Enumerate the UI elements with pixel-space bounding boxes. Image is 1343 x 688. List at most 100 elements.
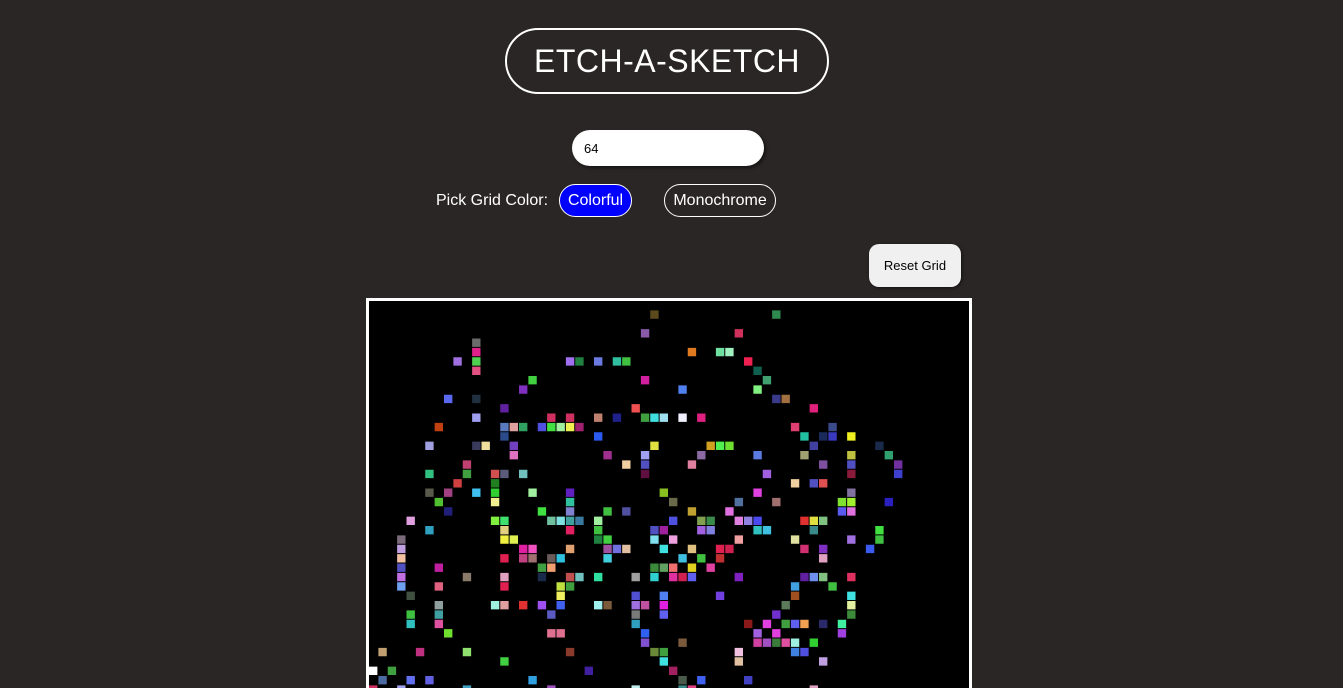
grid-cell[interactable] <box>659 647 669 657</box>
grid-cell[interactable] <box>481 441 490 451</box>
grid-cell[interactable] <box>472 347 481 357</box>
grid-cell[interactable] <box>819 432 828 441</box>
grid-cell[interactable] <box>472 441 481 451</box>
grid-cell[interactable] <box>556 516 565 526</box>
grid-cell[interactable] <box>500 582 509 591</box>
grid-cell[interactable] <box>753 629 762 638</box>
grid-cell[interactable] <box>612 544 622 554</box>
grid-cell[interactable] <box>631 619 640 629</box>
grid-cell[interactable] <box>790 619 800 629</box>
grid-cell[interactable] <box>472 488 481 497</box>
grid-cell[interactable] <box>819 516 828 526</box>
grid-cell[interactable] <box>659 488 669 497</box>
grid-cell[interactable] <box>622 357 631 366</box>
grid-cell[interactable] <box>837 629 847 638</box>
grid-cell[interactable] <box>697 516 706 526</box>
grid-cell[interactable] <box>594 526 603 535</box>
grid-cell[interactable] <box>462 469 472 479</box>
grid-cell[interactable] <box>819 619 828 629</box>
grid-cell[interactable] <box>519 554 528 563</box>
grid-cell[interactable] <box>659 544 669 554</box>
grid-cell[interactable] <box>669 666 678 676</box>
grid-cell[interactable] <box>434 582 444 591</box>
grid-cell[interactable] <box>734 572 744 582</box>
grid-cell[interactable] <box>537 601 547 610</box>
grid-cell[interactable] <box>434 497 444 507</box>
grid-cell[interactable] <box>472 338 481 347</box>
grid-cell[interactable] <box>594 601 603 610</box>
grid-cell[interactable] <box>406 610 415 619</box>
grid-cell[interactable] <box>547 422 556 432</box>
grid-cell[interactable] <box>528 554 537 563</box>
grid-cell[interactable] <box>500 526 509 535</box>
grid-cell[interactable] <box>894 469 903 479</box>
grid-cell[interactable] <box>790 591 800 601</box>
grid-cell[interactable] <box>847 535 856 544</box>
grid-cell[interactable] <box>847 507 856 516</box>
grid-cell[interactable] <box>640 329 650 338</box>
grid-cell[interactable] <box>528 676 537 685</box>
grid-cell[interactable] <box>509 441 519 451</box>
grid-cell[interactable] <box>537 572 547 582</box>
grid-cell[interactable] <box>800 516 809 526</box>
grid-cell[interactable] <box>809 441 819 451</box>
grid-cell[interactable] <box>378 647 387 657</box>
grid-cell[interactable] <box>828 582 837 591</box>
grid-cell[interactable] <box>819 572 828 582</box>
grid-cell[interactable] <box>734 497 744 507</box>
grid-cell[interactable] <box>697 413 706 422</box>
grid-cell[interactable] <box>556 601 565 610</box>
grid-cell[interactable] <box>565 497 575 507</box>
grid-cell[interactable] <box>715 441 725 451</box>
grid-cell[interactable] <box>603 451 612 460</box>
grid-cell[interactable] <box>650 535 659 544</box>
grid-cell[interactable] <box>565 507 575 516</box>
grid-cell[interactable] <box>650 310 659 319</box>
grid-cell[interactable] <box>650 572 659 582</box>
grid-cell[interactable] <box>706 526 715 535</box>
grid-cell[interactable] <box>715 544 725 554</box>
grid-cell[interactable] <box>847 497 856 507</box>
grid-cell[interactable] <box>678 554 687 563</box>
grid-cell[interactable] <box>847 488 856 497</box>
grid-cell[interactable] <box>594 413 603 422</box>
grid-cell[interactable] <box>790 535 800 544</box>
grid-cell[interactable] <box>509 422 519 432</box>
grid-cell[interactable] <box>556 582 565 591</box>
grid-cell[interactable] <box>678 413 687 422</box>
grid-cell[interactable] <box>462 460 472 469</box>
grid-cell[interactable] <box>500 422 509 432</box>
grid-cell[interactable] <box>650 441 659 451</box>
grid-cell[interactable] <box>519 385 528 394</box>
grid-cell[interactable] <box>753 488 762 497</box>
grid-cell[interactable] <box>594 516 603 526</box>
grid-cell[interactable] <box>828 432 837 441</box>
sketch-grid-canvas[interactable] <box>369 301 969 688</box>
grid-cell[interactable] <box>753 366 762 376</box>
grid-cell[interactable] <box>734 647 744 657</box>
grid-cell[interactable] <box>519 544 528 554</box>
grid-cell[interactable] <box>678 572 687 582</box>
grid-cell[interactable] <box>819 479 828 488</box>
grid-cell[interactable] <box>809 638 819 647</box>
grid-cell[interactable] <box>500 554 509 563</box>
grid-cell[interactable] <box>397 572 406 582</box>
grid-cell[interactable] <box>434 563 444 572</box>
grid-cell[interactable] <box>640 376 650 385</box>
grid-cell[interactable] <box>378 676 387 685</box>
grid-cell[interactable] <box>547 629 556 638</box>
grid-cell[interactable] <box>715 591 725 601</box>
grid-cell[interactable] <box>875 441 884 451</box>
grid-cell[interactable] <box>397 563 406 572</box>
grid-cell[interactable] <box>800 544 809 554</box>
grid-cell[interactable] <box>640 601 650 610</box>
grid-cell[interactable] <box>753 638 762 647</box>
grid-cell[interactable] <box>809 572 819 582</box>
grid-cell[interactable] <box>444 488 453 497</box>
grid-cell[interactable] <box>715 347 725 357</box>
grid-cell[interactable] <box>425 676 434 685</box>
grid-cell[interactable] <box>594 572 603 582</box>
grid-cell[interactable] <box>894 460 903 469</box>
grid-cell[interactable] <box>584 666 594 676</box>
grid-cell[interactable] <box>790 479 800 488</box>
